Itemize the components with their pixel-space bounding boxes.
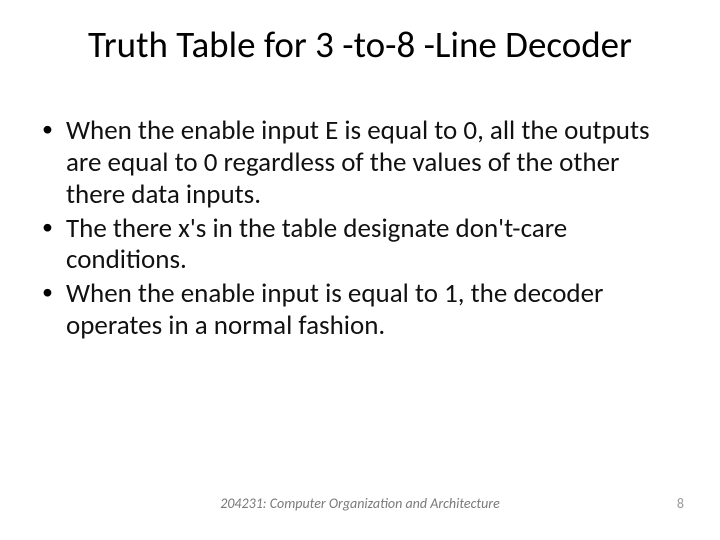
list-item: The there x's in the table designate don… (40, 213, 680, 277)
bullet-list: When the enable input E is equal to 0, a… (40, 115, 680, 342)
page-number: 8 (677, 495, 684, 512)
list-item: When the enable input is equal to 1, the… (40, 278, 680, 342)
slide: Truth Table for 3 -to-8 -Line Decoder Wh… (0, 0, 720, 540)
slide-title: Truth Table for 3 -to-8 -Line Decoder (0, 22, 720, 67)
list-item: When the enable input E is equal to 0, a… (40, 115, 680, 211)
slide-body: When the enable input E is equal to 0, a… (40, 115, 680, 344)
slide-footer: 204231: Computer Organization and Archit… (0, 495, 720, 512)
